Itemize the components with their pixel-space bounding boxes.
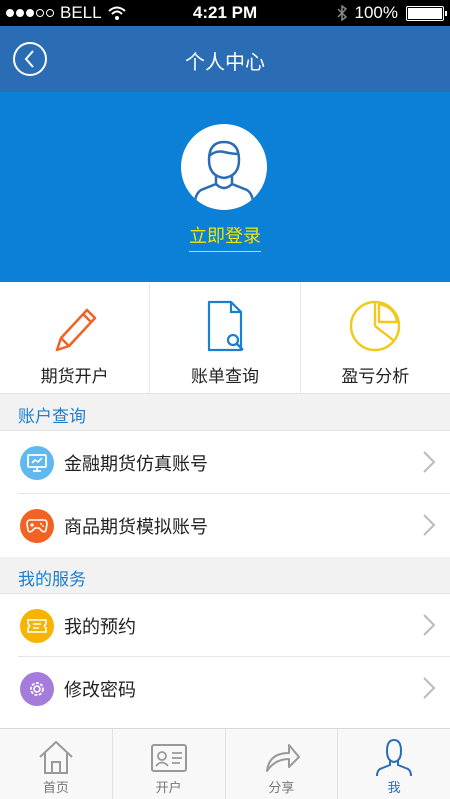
list-item-label: 商品期货模拟账号 [64, 517, 208, 538]
chevron-right-icon [423, 614, 436, 636]
list-item-financial-sim-account[interactable]: 金融期货仿真账号 [0, 431, 450, 494]
tab-home[interactable]: 首页 [0, 729, 113, 799]
document-search-icon [207, 300, 244, 352]
tab-label: 我 [387, 781, 401, 796]
login-label[interactable]: 立即登录 [189, 226, 261, 252]
section-header-account-query: 账户查询 [0, 394, 450, 431]
monitor-icon [20, 446, 54, 480]
tab-me[interactable]: 我 [338, 729, 450, 799]
list-item-my-appointments[interactable]: 我的预约 [0, 594, 450, 657]
list-item-commodity-sim-account[interactable]: 商品期货模拟账号 [0, 494, 450, 557]
quick-action-profit-analysis[interactable]: 盈亏分析 [301, 282, 450, 393]
chevron-right-icon [423, 514, 436, 536]
page-title: 个人中心 [185, 50, 265, 74]
quick-action-futures-account[interactable]: 期货开户 [0, 282, 151, 393]
bluetooth-icon [336, 5, 347, 21]
home-icon [39, 740, 73, 774]
tab-share[interactable]: 分享 [226, 729, 339, 799]
share-icon [266, 744, 301, 772]
tab-bar: 首页 开户 分享 我 [0, 728, 450, 799]
list-item-change-password[interactable]: 修改密码 [0, 657, 450, 720]
battery-icon [406, 5, 447, 21]
section-title: 账户查询 [18, 407, 86, 427]
tab-label: 分享 [268, 781, 295, 796]
login-link[interactable]: 立即登录 [0, 222, 450, 252]
quick-action-label: 盈亏分析 [341, 367, 410, 387]
id-card-icon [150, 744, 187, 772]
quick-action-label: 期货开户 [40, 367, 109, 387]
person-icon [376, 738, 413, 777]
tab-label: 开户 [155, 781, 182, 796]
tab-label: 首页 [42, 781, 69, 796]
profile-header: 立即登录 [0, 92, 450, 282]
chevron-right-icon [423, 451, 436, 473]
tab-open-account[interactable]: 开户 [113, 729, 226, 799]
pencil-icon [55, 308, 96, 352]
quick-action-label: 账单查询 [190, 367, 259, 387]
list-item-label: 我的预约 [64, 617, 136, 638]
section-header-my-services: 我的服务 [0, 557, 450, 594]
list-item-label: 修改密码 [64, 680, 136, 701]
quick-action-bill-query[interactable]: 账单查询 [150, 282, 301, 393]
gamepad-icon [20, 509, 54, 543]
status-bar: BELL 4:21 PM 100% [0, 0, 450, 26]
pie-chart-icon [350, 300, 401, 352]
user-avatar-icon[interactable] [181, 124, 267, 210]
section-title: 我的服务 [18, 570, 86, 590]
gear-icon [20, 672, 54, 706]
chevron-right-icon [423, 677, 436, 699]
navigation-bar: 个人中心 [0, 26, 450, 92]
battery-percent: 100% [354, 3, 398, 22]
list-item-label: 金融期货仿真账号 [64, 454, 208, 475]
quick-actions: 期货开户 账单查询 盈亏分析 [0, 282, 450, 394]
ticket-icon [20, 609, 54, 643]
